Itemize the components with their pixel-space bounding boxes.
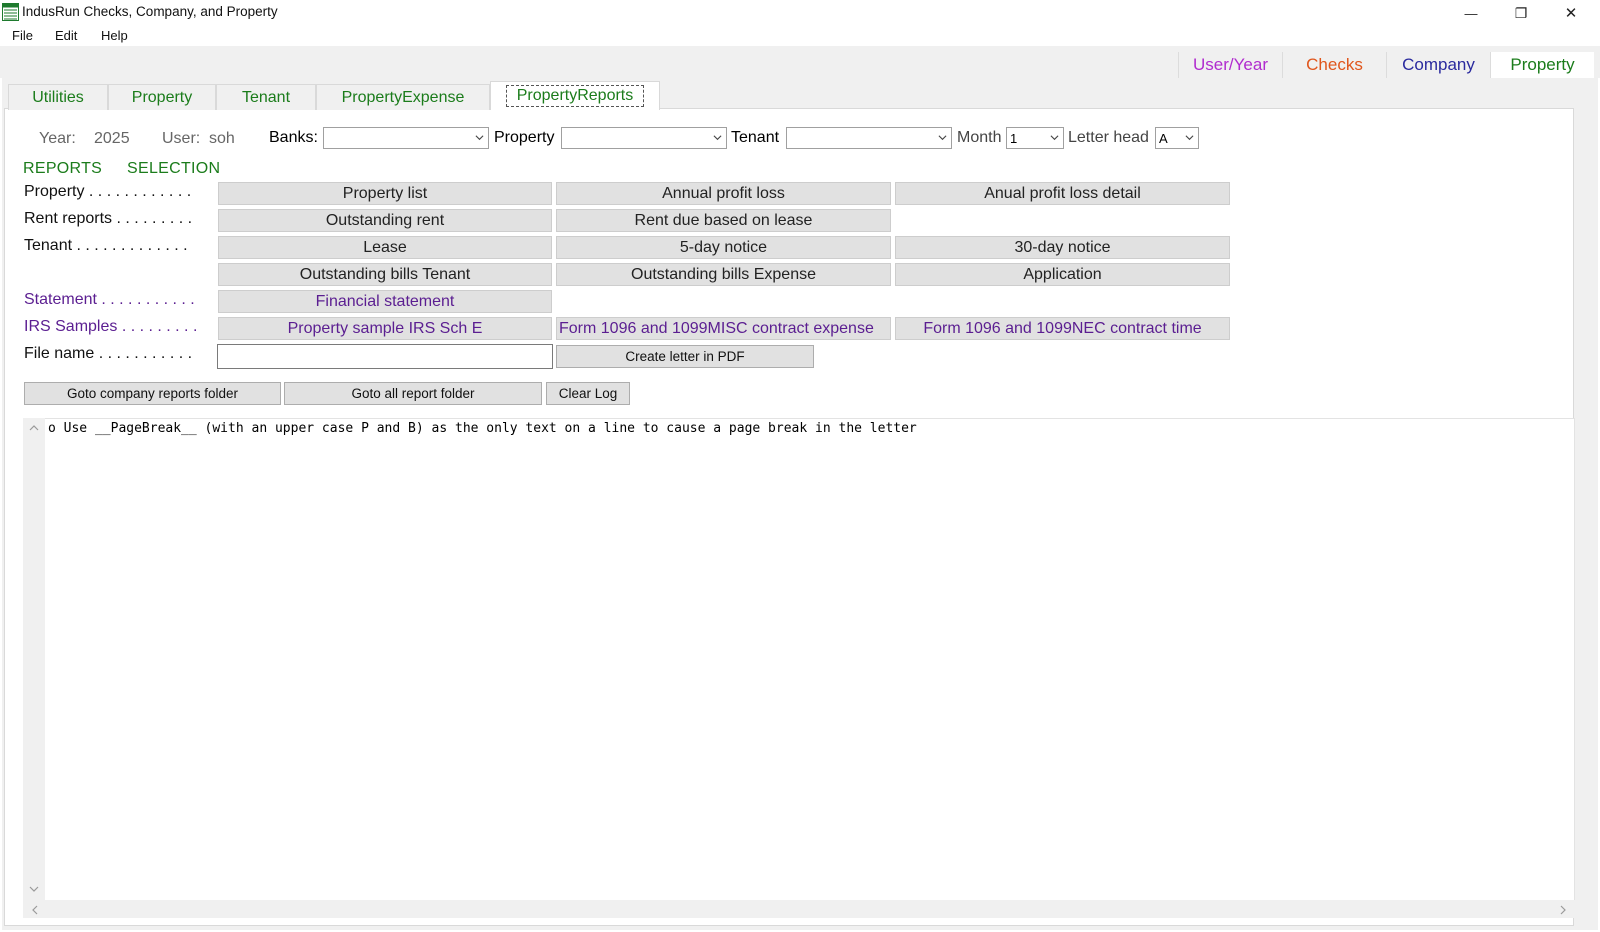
goto-company-reports-folder-button[interactable]: Goto company reports folder — [24, 382, 281, 405]
month-value: 1 — [1010, 130, 1018, 146]
minimize-button[interactable]: — — [1446, 0, 1496, 26]
lease-button[interactable]: Lease — [218, 236, 552, 259]
rent-due-lease-button[interactable]: Rent due based on lease — [556, 209, 891, 232]
tab-user-year[interactable]: User/Year — [1178, 52, 1282, 78]
create-letter-pdf-button[interactable]: Create letter in PDF — [556, 345, 814, 368]
property-select[interactable] — [561, 127, 727, 149]
chevron-down-icon — [1185, 135, 1194, 141]
scroll-left-icon[interactable] — [31, 905, 38, 915]
chevron-down-icon — [938, 135, 947, 141]
tenant-select[interactable] — [786, 127, 952, 149]
menu-edit[interactable]: Edit — [55, 28, 77, 43]
form-1099nec-button[interactable]: Form 1096 and 1099NEC contract time — [895, 317, 1230, 340]
user-value: soh — [209, 130, 235, 147]
scroll-right-icon[interactable] — [1560, 905, 1567, 915]
scroll-down-icon[interactable] — [29, 886, 39, 893]
tenant-filter-label: Tenant — [731, 129, 780, 146]
year-label: Year: — [39, 130, 76, 147]
letterhead-value: A — [1159, 130, 1168, 146]
row-label-irs: IRS Samples . . . . . . . . . — [24, 318, 198, 335]
subtab-property[interactable]: Property — [108, 84, 216, 110]
reports-heading: REPORTS — [23, 160, 103, 177]
month-label: Month — [957, 129, 1002, 146]
thirty-day-notice-button[interactable]: 30-day notice — [895, 236, 1230, 259]
banks-label: Banks: — [269, 129, 318, 146]
year-value: 2025 — [94, 130, 130, 147]
outstanding-bills-tenant-button[interactable]: Outstanding bills Tenant — [218, 263, 552, 286]
outstanding-bills-expense-button[interactable]: Outstanding bills Expense — [556, 263, 891, 286]
close-button[interactable]: ✕ — [1546, 0, 1596, 26]
row-label-statement: Statement . . . . . . . . . . . — [24, 291, 195, 308]
form-1099misc-button[interactable]: Form 1096 and 1099MISC contract expense — [556, 317, 891, 340]
log-horizontal-scrollbar[interactable] — [23, 900, 1575, 918]
letterhead-label: Letter head — [1068, 129, 1149, 146]
financial-statement-button[interactable]: Financial statement — [218, 290, 552, 313]
subtab-tenant[interactable]: Tenant — [216, 84, 316, 110]
subtab-property-reports-label: PropertyReports — [505, 85, 645, 107]
property-filter-label: Property — [494, 129, 555, 146]
subtab-property-expense[interactable]: PropertyExpense — [316, 84, 490, 110]
log-line: o Use __PageBreak__ (with an upper case … — [48, 421, 917, 436]
tab-company[interactable]: Company — [1386, 52, 1490, 78]
file-name-input[interactable] — [217, 344, 553, 369]
anual-profit-loss-detail-button[interactable]: Anual profit loss detail — [895, 182, 1230, 205]
chevron-down-icon — [1050, 135, 1059, 141]
chevron-down-icon — [475, 135, 484, 141]
subtab-property-reports[interactable]: PropertyReports — [490, 81, 660, 110]
selection-heading: SELECTION — [127, 160, 221, 177]
banks-select[interactable] — [323, 127, 489, 149]
log-vertical-scrollbar[interactable] — [23, 418, 45, 901]
menu-help[interactable]: Help — [101, 28, 128, 43]
application-button[interactable]: Application — [895, 263, 1230, 286]
row-label-rent: Rent reports . . . . . . . . . — [24, 210, 193, 227]
clear-log-button[interactable]: Clear Log — [546, 382, 630, 405]
scroll-up-icon[interactable] — [29, 424, 39, 431]
five-day-notice-button[interactable]: 5-day notice — [556, 236, 891, 259]
menu-file[interactable]: File — [12, 28, 33, 43]
window-title: IndusRun Checks, Company, and Property — [22, 4, 278, 19]
menu-bar: File Edit Help — [0, 26, 1600, 46]
month-select[interactable]: 1 — [1006, 127, 1064, 149]
row-label-property: Property . . . . . . . . . . . . — [24, 183, 192, 200]
letterhead-select[interactable]: A — [1155, 127, 1199, 149]
goto-all-report-folder-button[interactable]: Goto all report folder — [284, 382, 542, 405]
user-label: User: — [162, 130, 201, 147]
chevron-down-icon — [713, 135, 722, 141]
outstanding-rent-button[interactable]: Outstanding rent — [218, 209, 552, 232]
tab-checks[interactable]: Checks — [1282, 52, 1386, 78]
irs-sch-e-button[interactable]: Property sample IRS Sch E — [218, 317, 552, 340]
subtab-utilities[interactable]: Utilities — [8, 84, 108, 110]
property-list-button[interactable]: Property list — [218, 182, 552, 205]
tab-property[interactable]: Property — [1490, 52, 1594, 78]
log-textarea[interactable] — [23, 418, 1575, 918]
app-icon — [2, 3, 19, 21]
row-label-tenant: Tenant . . . . . . . . . . . . . — [24, 237, 188, 254]
restore-button[interactable]: ❐ — [1496, 0, 1546, 26]
title-bar: IndusRun Checks, Company, and Property —… — [0, 0, 1600, 26]
annual-profit-loss-button[interactable]: Annual profit loss — [556, 182, 891, 205]
row-label-file-name: File name . . . . . . . . . . . — [24, 345, 193, 362]
